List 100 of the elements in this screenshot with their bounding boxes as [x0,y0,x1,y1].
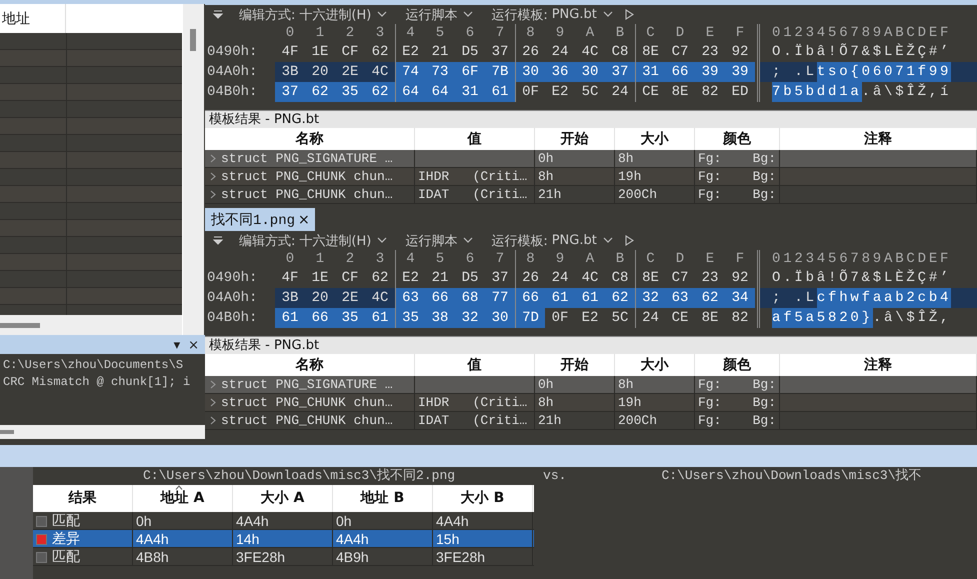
run-script-dropdown[interactable]: 运行脚本 [405,6,474,24]
ascii-text[interactable]: 7b5bdd1a [772,82,862,102]
hex-byte[interactable]: 35 [335,308,365,328]
hex-byte[interactable]: 62 [605,288,635,308]
hex-byte[interactable]: 62 [365,268,395,288]
hex-byte[interactable]: 73 [425,62,455,82]
compare-row[interactable]: 匹配 0h 4A4h 0h 4A4h [33,512,534,530]
ascii-text[interactable]: O.Ïbâ!Õ7&$LÈŽÇ#’ [772,268,952,288]
hex-byte[interactable]: E2 [545,82,575,102]
hex-byte[interactable]: 39 [725,62,755,82]
hex-byte[interactable]: 23 [695,268,725,288]
hex-byte[interactable]: 5C [605,308,635,328]
hex-byte[interactable]: 38 [425,308,455,328]
hex-byte[interactable]: 61 [545,288,575,308]
hex-byte[interactable]: 21 [425,268,455,288]
hex-byte[interactable]: 39 [695,62,725,82]
hex-byte[interactable]: 7B [485,62,515,82]
ascii-text[interactable]: .â\$ÎŽ,í [862,82,952,102]
hex-byte[interactable]: D5 [455,42,485,62]
hex-byte[interactable]: 31 [635,62,665,82]
hex-byte[interactable]: 6F [455,62,485,82]
hex-byte[interactable]: 82 [725,308,755,328]
hex-byte[interactable]: 8E [665,82,695,102]
hex-byte[interactable]: C7 [665,268,695,288]
hex-byte[interactable]: 3B [275,62,305,82]
hex-byte[interactable]: 35 [395,308,425,328]
hex-byte[interactable]: 62 [365,42,395,62]
hex-byte[interactable]: 4C [365,62,395,82]
hex-byte[interactable]: CF [335,42,365,62]
hex-byte[interactable]: 7D [515,308,545,328]
hex-byte[interactable]: C8 [605,268,635,288]
template-dropdown[interactable]: PNG.bt [552,233,613,248]
hex-byte[interactable]: CE [635,82,665,102]
template-row[interactable]: struct PNG_CHUNK chun… IHDR (Criti… 8h 19h Fg: Bg: [205,168,977,186]
hex-byte[interactable]: 20 [305,288,335,308]
hex-byte[interactable]: C8 [605,42,635,62]
template-row[interactable]: struct PNG_SIGNATURE … 0h 8h Fg: Bg: [205,376,977,394]
edit-mode-dropdown[interactable]: 十六进制(H) [299,6,388,24]
compare-row[interactable]: 匹配 4B8h 3FE28h 4B9h 3FE28h [33,548,534,566]
hex-byte[interactable]: 4C [575,268,605,288]
hex-byte[interactable]: 64 [395,82,425,102]
hex-byte[interactable]: 0F [515,82,545,102]
hex-byte[interactable]: 37 [275,82,305,102]
hex-byte[interactable]: 1E [305,42,335,62]
hex-byte[interactable]: 30 [575,62,605,82]
ascii-text[interactable]: O.Ïbâ!Õ7&$LÈŽÇ#’ [772,42,952,62]
hex-byte[interactable]: 2E [335,288,365,308]
hex-byte[interactable]: 4F [275,42,305,62]
close-button[interactable]: × [188,339,199,353]
run-script-dropdown[interactable]: 运行脚本 [405,232,474,250]
hex-byte[interactable]: 66 [425,288,455,308]
template-row[interactable]: struct PNG_CHUNK chun… IHDR (Criti… 8h 19h Fg: Bg: [205,394,977,412]
hex-byte[interactable]: 32 [635,288,665,308]
hex-byte[interactable]: 37 [485,268,515,288]
hex-byte[interactable]: 66 [515,288,545,308]
template-row[interactable]: struct PNG_CHUNK chun… IDAT (Criti… 21h 200Ch Fg: Bg: [205,186,977,204]
hex-byte[interactable]: 61 [575,288,605,308]
hex-byte[interactable]: 24 [545,42,575,62]
hex-byte[interactable]: 5C [575,82,605,102]
hex-byte[interactable]: 68 [455,288,485,308]
hex-byte[interactable]: 63 [395,288,425,308]
menu-button[interactable]: ▾ [174,339,180,353]
hex-byte[interactable]: E2 [575,308,605,328]
hex-byte[interactable]: 64 [425,82,455,102]
hex-byte[interactable]: 8E [695,308,725,328]
hex-byte[interactable]: 62 [365,82,395,102]
template-dropdown[interactable]: PNG.bt [552,7,613,22]
hex-byte[interactable]: 0F [545,308,575,328]
hex-byte[interactable]: 30 [515,62,545,82]
hex-byte[interactable]: 4F [275,268,305,288]
hex-byte[interactable]: 4C [365,288,395,308]
hex-byte[interactable]: D5 [455,268,485,288]
hex-byte[interactable]: 24 [605,82,635,102]
hex-byte[interactable]: 66 [305,308,335,328]
ascii-text[interactable]: af5a5820} [772,308,873,328]
hex-byte[interactable]: 37 [485,42,515,62]
ascii-text[interactable]: cfhwfaab2cb4 [816,288,952,308]
edit-mode-dropdown[interactable]: 十六进制(H) [299,232,388,250]
hex-byte[interactable]: C7 [665,42,695,62]
hex-byte[interactable]: 92 [725,42,755,62]
hex-byte[interactable]: CE [665,308,695,328]
compare-row[interactable]: 差异 4A4h 14h 4A4h 15h [33,530,534,548]
hex-byte[interactable]: 2E [335,62,365,82]
hex-byte[interactable]: 74 [395,62,425,82]
file-tab[interactable]: 找不同1.png × [205,208,315,231]
hex-byte[interactable]: 23 [695,42,725,62]
hex-byte[interactable]: 4C [575,42,605,62]
hex-byte[interactable]: CF [335,268,365,288]
hex-byte[interactable]: 61 [485,82,515,102]
ascii-text[interactable]: .â\$ÎŽ, [872,308,952,328]
template-row[interactable]: struct PNG_SIGNATURE … 0h 8h Fg: Bg: [205,150,977,168]
hex-byte[interactable]: 82 [695,82,725,102]
hex-byte[interactable]: 92 [725,268,755,288]
hex-byte[interactable]: 62 [695,288,725,308]
hex-byte[interactable]: 35 [335,82,365,102]
hex-byte[interactable]: 63 [665,288,695,308]
hex-byte[interactable]: 31 [455,82,485,102]
hex-byte[interactable]: ED [725,82,755,102]
hex-byte[interactable]: 61 [275,308,305,328]
hex-byte[interactable]: 66 [665,62,695,82]
